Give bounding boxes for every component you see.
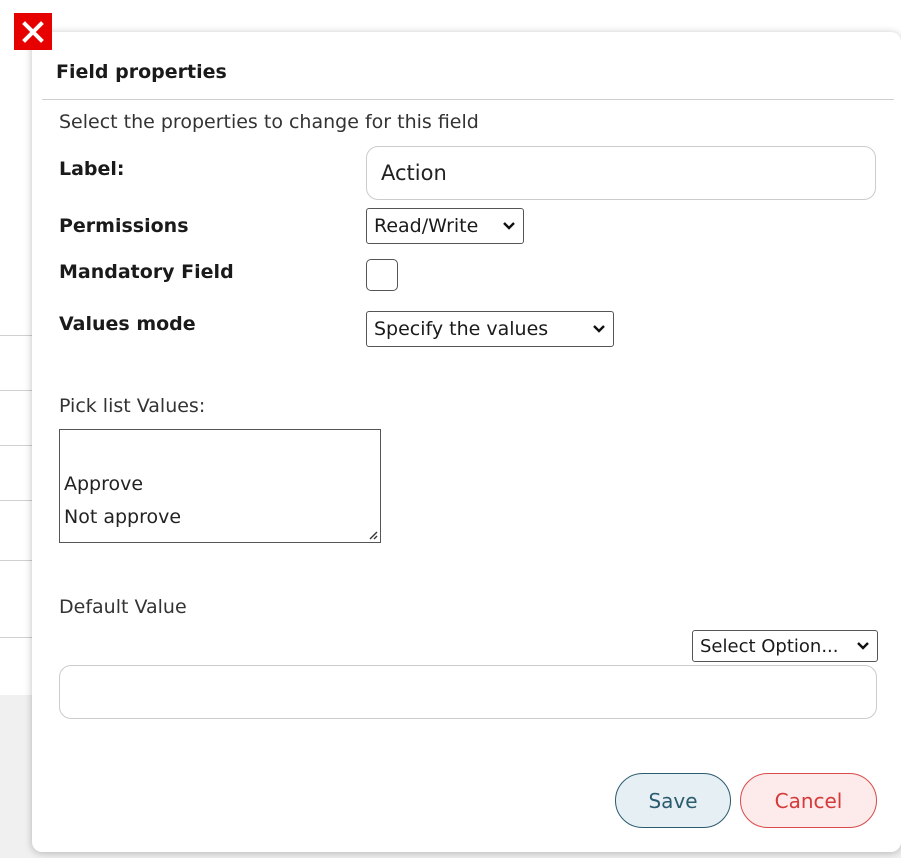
default-value-input[interactable] — [59, 665, 877, 719]
chevron-down-icon — [593, 325, 605, 333]
close-icon — [22, 20, 44, 43]
label-input-value: Action — [381, 161, 447, 185]
chevron-down-icon — [503, 222, 515, 230]
save-button[interactable]: Save — [615, 773, 731, 828]
cancel-button[interactable]: Cancel — [740, 773, 877, 828]
pick-list-label: Pick list Values: — [59, 395, 206, 417]
mandatory-label: Mandatory Field — [59, 261, 234, 283]
title-divider — [42, 99, 894, 100]
field-properties-dialog: Field properties Select the properties t… — [32, 32, 901, 852]
default-value-selected: Select Option... — [700, 635, 839, 657]
resize-grip-icon[interactable] — [366, 528, 378, 540]
pick-list-value: Approve — [64, 473, 144, 495]
values-mode-select[interactable]: Specify the values — [366, 311, 614, 347]
values-mode-selected-value: Specify the values — [374, 318, 549, 340]
dialog-title: Field properties — [56, 61, 227, 83]
close-button[interactable] — [14, 13, 52, 50]
permissions-label: Permissions — [59, 215, 189, 237]
mandatory-checkbox[interactable] — [366, 259, 398, 291]
chevron-down-icon — [857, 642, 869, 650]
label-field-label: Label: — [59, 158, 125, 180]
dialog-subtitle: Select the properties to change for this… — [59, 111, 479, 133]
label-input[interactable]: Action — [366, 146, 876, 200]
permissions-selected-value: Read/Write — [374, 215, 479, 237]
pick-list-textarea[interactable]: Approve Not approve — [59, 429, 381, 543]
permissions-select[interactable]: Read/Write — [366, 208, 524, 244]
default-value-label: Default Value — [59, 596, 187, 618]
pick-list-value: Not approve — [64, 506, 182, 528]
default-value-select[interactable]: Select Option... — [692, 630, 878, 662]
values-mode-label: Values mode — [59, 313, 196, 335]
